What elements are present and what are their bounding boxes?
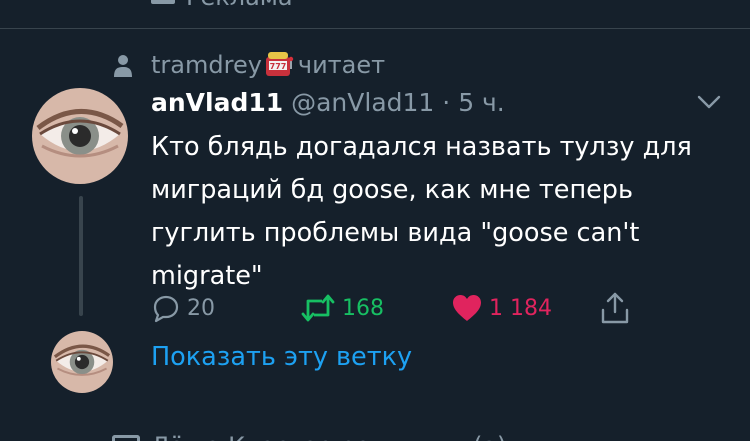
show-thread-link[interactable]: Показать эту ветку <box>151 342 412 372</box>
promoted-row: Реклама <box>0 0 750 28</box>
context-action: читает <box>297 51 386 79</box>
like-count: 1 184 <box>489 295 552 321</box>
tweet-header: anVlad11 @anVlad11 · 5 ч. <box>151 88 505 117</box>
tweet-time[interactable]: 5 ч. <box>458 88 505 117</box>
retweet-icon <box>301 294 335 322</box>
social-context-text[interactable]: tramdrey 777 читает <box>151 51 385 79</box>
reply-count: 20 <box>187 295 215 321</box>
author-name[interactable]: anVlad11 <box>151 88 283 117</box>
context-user[interactable]: tramdrey <box>151 51 262 79</box>
thread-avatar[interactable] <box>51 331 113 393</box>
reply-icon <box>153 295 179 323</box>
like-button[interactable]: 1 184 <box>451 291 552 325</box>
slot-machine-icon: 777 <box>265 52 294 76</box>
tweet-divider <box>0 28 750 29</box>
chevron-down-icon[interactable] <box>697 94 721 110</box>
reply-button[interactable]: 20 <box>151 291 215 325</box>
share-icon <box>601 292 629 324</box>
share-button[interactable] <box>599 291 631 325</box>
tweet-text: Кто блядь догадался назвать тулзу для ми… <box>151 132 692 291</box>
thread-connector-line <box>79 196 83 316</box>
promoted-icon <box>151 0 175 4</box>
author-avatar[interactable] <box>32 88 128 184</box>
svg-text:777: 777 <box>270 62 287 71</box>
social-context: tramdrey 777 читает <box>0 50 750 84</box>
person-icon <box>114 55 132 77</box>
header-separator: · <box>442 88 451 117</box>
next-tweet-context: Лёша Кластер ретвитнул(а) <box>0 428 750 441</box>
tweet-actions: 20 168 1 184 <box>151 291 651 327</box>
heart-icon <box>453 295 481 321</box>
author-handle[interactable]: @anVlad11 <box>291 88 434 117</box>
retweet-button[interactable]: 168 <box>300 291 384 325</box>
next-tweet-context-text[interactable]: Лёша Кластер ретвитнул(а) <box>151 432 506 441</box>
retweet-icon <box>112 435 140 441</box>
promoted-label: Реклама <box>186 0 293 11</box>
retweet-count: 168 <box>342 295 384 321</box>
